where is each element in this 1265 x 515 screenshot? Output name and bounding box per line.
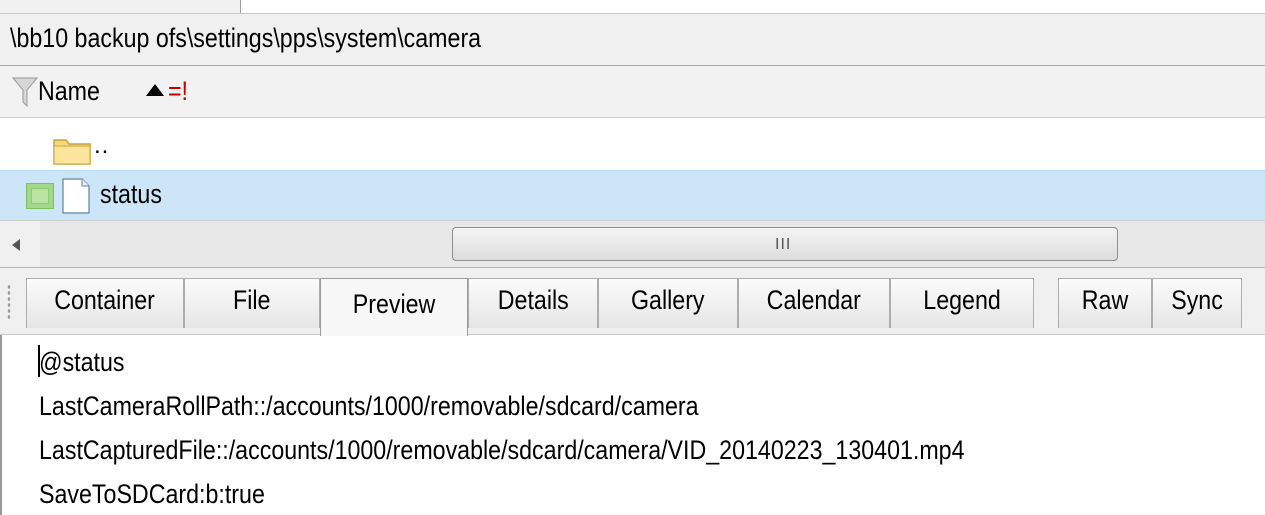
checkbox[interactable]	[26, 183, 54, 209]
tab-label: Gallery	[631, 285, 705, 315]
name-column-label[interactable]: Name	[38, 76, 100, 107]
preview-line: LastCameraRollPath::/accounts/1000/remov…	[39, 391, 699, 421]
scroll-grip: III	[775, 236, 792, 253]
tab-label: Legend	[923, 285, 1001, 315]
path-bar[interactable]: \bb10 backup ofs\settings\pps\system\cam…	[0, 14, 1265, 66]
list-item-status[interactable]: status	[0, 170, 1265, 222]
toolbar-grip[interactable]	[7, 284, 11, 320]
tab-gallery[interactable]: Gallery	[598, 278, 738, 328]
filter-icon[interactable]	[12, 76, 38, 108]
horizontal-scrollbar[interactable]: III	[0, 220, 1265, 268]
scroll-left-button[interactable]	[0, 221, 40, 267]
list-column-header[interactable]: Name =!	[0, 66, 1265, 118]
chevron-left-icon	[12, 239, 20, 251]
tab-details[interactable]: Details	[468, 278, 598, 328]
preview-pane[interactable]: @status LastCameraRollPath::/accounts/10…	[0, 335, 1265, 515]
list-item-parent[interactable]: ..	[0, 120, 1265, 172]
tab-label: Preview	[352, 289, 436, 319]
file-list: .. status	[0, 118, 1265, 228]
document-icon	[62, 178, 90, 214]
tab-label: Raw	[1081, 285, 1129, 315]
tab-calendar[interactable]: Calendar	[738, 278, 890, 328]
list-item-label: status	[100, 179, 162, 209]
tab-container[interactable]: Container	[26, 278, 184, 328]
column-flag-text: =!	[168, 76, 189, 106]
tab-label: Details	[497, 285, 569, 315]
tab-legend[interactable]: Legend	[890, 278, 1034, 328]
tab-file[interactable]: File	[184, 278, 320, 328]
upper-tab-edge	[0, 0, 241, 13]
tab-label: File	[233, 285, 271, 315]
tab-raw[interactable]: Raw	[1058, 278, 1152, 328]
preview-line: SaveToSDCard:b:true	[39, 479, 265, 509]
top-strip	[0, 0, 1265, 14]
folder-icon	[53, 139, 91, 165]
list-item-label: ..	[94, 132, 110, 159]
tab-label: Calendar	[766, 285, 862, 315]
preview-line: @status	[39, 347, 125, 377]
tab-label: Sync	[1171, 285, 1223, 315]
tab-preview[interactable]: Preview	[320, 278, 468, 336]
tab-strip: Container File Preview Details Gallery C…	[0, 268, 1265, 336]
path-text: \bb10 backup ofs\settings\pps\system\cam…	[10, 23, 482, 53]
sort-ascending-icon	[146, 84, 164, 96]
left-border	[0, 335, 2, 515]
tab-label: Container	[54, 285, 156, 315]
scroll-thumb[interactable]: III	[452, 227, 1118, 261]
tab-sync[interactable]: Sync	[1152, 278, 1242, 328]
preview-line: LastCapturedFile::/accounts/1000/removab…	[39, 435, 965, 465]
